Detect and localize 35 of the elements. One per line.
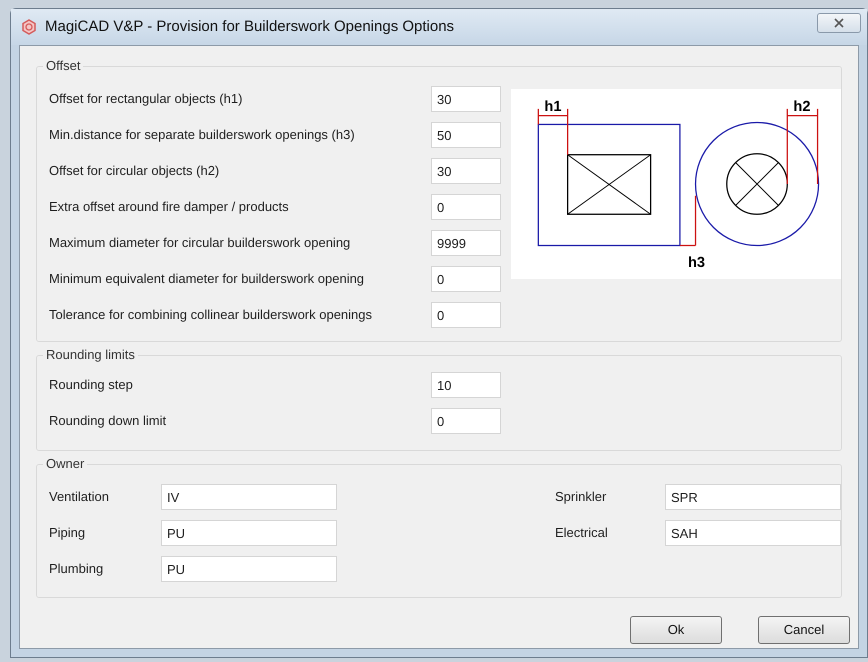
field-label: Extra offset around fire damper / products [49, 198, 290, 216]
dialog-button[interactable]: Cancel [758, 616, 850, 644]
field-label: Ventilation [49, 488, 110, 506]
field-label: Electrical [555, 524, 609, 542]
input-field[interactable]: 30 [431, 158, 501, 184]
field-label: Plumbing [49, 560, 104, 578]
offset-diagram: h1 h2 h3 [511, 89, 841, 279]
field-label: Piping [49, 524, 86, 542]
input-field[interactable]: 50 [431, 122, 501, 148]
dialog-button[interactable]: Ok [630, 616, 722, 644]
input-field[interactable]: 0 [431, 408, 501, 434]
input-field[interactable]: PU [161, 556, 337, 582]
input-field[interactable]: PU [161, 520, 337, 546]
input-field[interactable]: IV [161, 484, 337, 510]
input-field[interactable]: 0 [431, 302, 501, 328]
input-field[interactable]: 9999 [431, 230, 501, 256]
field-label: Tolerance for combining collinear builderswork openings [49, 306, 374, 324]
field-label: Maximum diameter for circular builderswork opening [49, 234, 352, 252]
field-label: Min.distance for separate builderswork openings (h3) [49, 126, 356, 144]
input-field[interactable]: 10 [431, 372, 501, 398]
close-button[interactable] [817, 13, 861, 33]
close-icon [834, 18, 844, 28]
window-title: MagiCAD V&P - Provision for Builderswork Openings Options [45, 16, 454, 37]
input-field[interactable]: SPR [665, 484, 841, 510]
input-field[interactable]: 0 [431, 266, 501, 292]
app-logo-icon [21, 19, 37, 35]
input-field[interactable]: 0 [431, 194, 501, 220]
field-label: Rounding step [49, 376, 134, 394]
field-label: Offset for rectangular objects (h1) [49, 90, 244, 108]
field-label: Offset for circular objects (h2) [49, 162, 220, 180]
field-label: Rounding down limit [49, 412, 168, 430]
input-field[interactable]: 30 [431, 86, 501, 112]
field-label: Sprinkler [555, 488, 608, 506]
input-field[interactable]: SAH [665, 520, 841, 546]
field-label: Minimum equivalent diameter for builderswork opening [49, 270, 366, 288]
